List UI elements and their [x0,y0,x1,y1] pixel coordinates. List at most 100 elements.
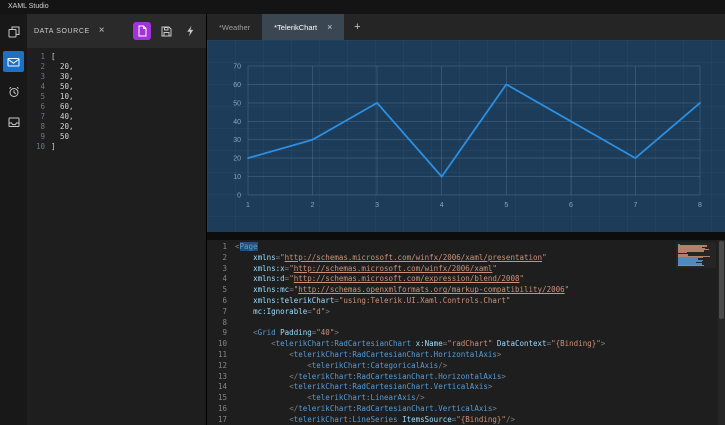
data-source-line[interactable]: 10] [27,142,206,152]
line-text: <telerikChart:RadCartesianChart.Horizont… [289,349,502,359]
line-number: 3 [222,263,227,273]
line-number: 6 [222,295,227,305]
line-number: 10 [35,142,45,151]
code-line[interactable]: 7 mc:Ignorable="d"> [207,307,725,318]
line-number: 17 [217,414,227,424]
data-source-line[interactable]: 7 40, [27,112,206,122]
data-source-line[interactable]: 8 20, [27,122,206,132]
line-number: 4 [40,82,45,91]
line-number: 6 [40,102,45,111]
splitter[interactable] [207,232,725,240]
data-source-header: DATA SOURCE × [27,14,206,48]
y-axis-tick-label: 20 [233,156,241,163]
alarm-clock-icon[interactable] [3,81,24,102]
line-text: <telerikChart:RadCartesianChart x:Name="… [271,339,606,349]
inbox-tray-icon[interactable] [3,111,24,132]
titlebar: XAML Studio [0,0,725,14]
code-line[interactable]: 17 <telerikChart:LineSeries ItemsSource=… [207,415,725,425]
run-binding-button[interactable] [181,22,199,40]
document-icon [138,25,146,37]
tab-weather[interactable]: *Weather [207,14,262,40]
data-source-line[interactable]: 4 50, [27,82,206,92]
x-axis-tick-label: 5 [504,202,508,209]
code-line[interactable]: 13 </telerikChart:RadCartesianChart.Hori… [207,372,725,383]
y-axis-tick-label: 50 [233,100,241,107]
code-line[interactable]: 4 xmlns:d="http://schemas.microsoft.com/… [207,274,725,285]
line-number: 14 [217,382,227,392]
line-number: 8 [40,122,45,131]
activity-bar [0,14,27,425]
line-text: 50 [51,132,70,141]
y-axis-tick-label: 40 [233,119,241,126]
line-text: 30, [51,72,74,81]
close-tab-icon[interactable]: × [327,22,332,32]
line-number: 9 [40,132,45,141]
minimap[interactable] [676,242,716,268]
scrollbar-thumb[interactable] [719,241,724,319]
save-icon [161,26,171,36]
code-line[interactable]: 2 xmlns="http://schemas.microsoft.com/wi… [207,253,725,264]
xaml-code-editor[interactable]: 1 <Page 2 xmlns="http://schemas.microsoft.… [207,240,725,425]
line-text: ] [51,142,56,151]
lightning-icon [187,25,194,37]
line-number: 2 [222,252,227,262]
line-text: 50, [51,82,74,91]
x-axis-tick-label: 6 [569,202,573,209]
line-number: 13 [217,371,227,381]
save-button[interactable] [157,22,175,40]
copy-pages-icon[interactable] [3,21,24,42]
data-source-line[interactable]: 5 10, [27,92,206,102]
code-line[interactable]: 14 <telerikChart:RadCartesianChart.Verti… [207,382,725,393]
code-line[interactable]: 15 <telerikChart:LinearAxis/> [207,393,725,404]
x-axis-tick-label: 4 [440,202,444,209]
data-source-line[interactable]: 1[ [27,52,206,62]
chart-preview: 0 10 20 30 40 50 60 70 1 2 3 4 5 6 7 8 [207,40,725,232]
line-text: [ [51,52,56,61]
main-area: *Weather *TelerikChart × + 0 10 20 30 40 50 60… [207,14,725,425]
minimap-line [678,251,687,254]
line-text: </telerikChart:RadCartesianChart.Vertica… [289,403,497,413]
line-text: xmlns:x="http://schemas.microsoft.com/wi… [253,263,497,273]
code-line[interactable]: 11 <telerikChart:RadCartesianChart.Horiz… [207,350,725,361]
data-source-line[interactable]: 2 20, [27,62,206,72]
x-axis-tick-label: 1 [246,202,250,209]
data-source-editor[interactable]: 1[2 20, 3 30, 4 50, 5 10, 6 60, 7 40, 8 20, 9 5… [27,48,206,425]
line-number: 1 [40,52,45,61]
xaml-studio-window: XAML Studio DATA SOURCE × 1 [2 20, 3 30… [0,0,725,425]
line-series [247,83,701,178]
line-text: xmlns:d="http://schemas.microsoft.com/ex… [253,274,524,284]
code-lines: 1 <Page 2 xmlns="http://schemas.microsoft.… [207,240,725,425]
data-source-line[interactable]: 9 50 [27,132,206,142]
tab-bar: *Weather *TelerikChart × + [207,14,725,40]
mail-icon[interactable] [3,51,24,72]
code-line[interactable]: 8 [207,318,725,329]
line-number: 8 [222,317,227,327]
code-line[interactable]: 5 xmlns:mc="http://schemas.openxmlformat… [207,285,725,296]
data-source-line[interactable]: 6 60, [27,102,206,112]
line-number: 7 [40,112,45,121]
line-text: 40, [51,112,74,121]
tab-telerikchart[interactable]: *TelerikChart × [262,14,345,40]
new-tab-button[interactable]: + [344,14,370,40]
y-axis-tick-label: 70 [233,64,241,71]
code-line[interactable]: 10 <telerikChart:RadCartesianChart x:Nam… [207,339,725,350]
code-line[interactable]: 1 <Page [207,242,725,253]
code-line[interactable]: 12 <telerikChart:CategoricalAxis/> [207,361,725,372]
code-line[interactable]: 16 </telerikChart:RadCartesianChart.Vert… [207,404,725,415]
data-source-panel: DATA SOURCE × 1[2 20, 3 30, 4 50, 5 10, 6 60… [27,14,207,425]
app-title: XAML Studio [8,3,49,10]
code-line[interactable]: 9 <Grid Padding="40"> [207,328,725,339]
line-number: 12 [217,360,227,370]
new-document-button[interactable] [133,22,151,40]
y-axis-tick-label: 60 [233,82,241,89]
scrollbar[interactable] [718,240,725,425]
close-data-source-icon[interactable]: × [99,26,105,36]
data-source-title: DATA SOURCE [34,27,90,35]
line-number: 9 [222,328,227,338]
code-line[interactable]: 6 xmlns:telerikChart="using:Telerik.UI.X… [207,296,725,307]
tab-label: *Weather [219,22,251,32]
code-line[interactable]: 3 xmlns:x="http://schemas.microsoft.com/… [207,264,725,275]
line-text: 20, [51,62,74,71]
data-source-line[interactable]: 3 30, [27,72,206,82]
line-text: xmlns="http://schemas.microsoft.com/winf… [253,252,547,262]
